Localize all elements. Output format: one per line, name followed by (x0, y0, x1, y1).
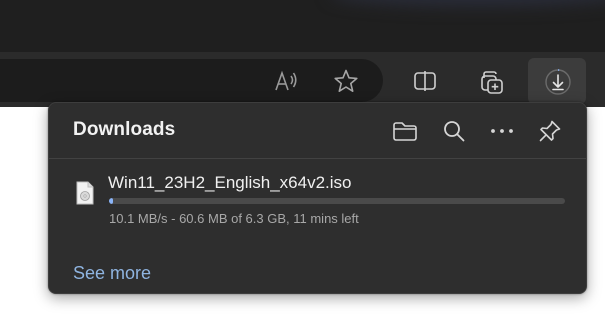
address-bar[interactable] (0, 59, 383, 102)
favorite-star-icon[interactable] (331, 66, 361, 96)
search-icon[interactable] (438, 115, 470, 147)
collections-icon[interactable] (476, 66, 508, 98)
tab-strip-highlight (330, 0, 605, 6)
more-options-icon[interactable] (486, 115, 518, 147)
panel-title: Downloads (73, 119, 176, 140)
download-file-name[interactable]: Win11_23H2_English_x64v2.iso (108, 173, 352, 193)
panel-divider (49, 158, 586, 159)
downloads-panel: Downloads Win11_23H2_English_x64v2.iso 1… (48, 102, 587, 294)
pin-icon[interactable] (534, 115, 566, 147)
open-folder-icon[interactable] (389, 115, 421, 147)
downloads-button[interactable] (528, 58, 586, 104)
download-status: 10.1 MB/s - 60.6 MB of 6.3 GB, 11 mins l… (109, 211, 359, 226)
browser-toolbar (0, 52, 605, 107)
downloads-icon (545, 69, 571, 95)
tab-strip (0, 0, 605, 52)
read-aloud-icon[interactable] (271, 66, 301, 96)
disc-image-file-icon (76, 181, 94, 205)
see-more-link[interactable]: See more (73, 263, 151, 284)
download-progress-fill (109, 198, 114, 204)
split-screen-icon[interactable] (410, 66, 440, 96)
download-progress-bar (109, 198, 565, 204)
